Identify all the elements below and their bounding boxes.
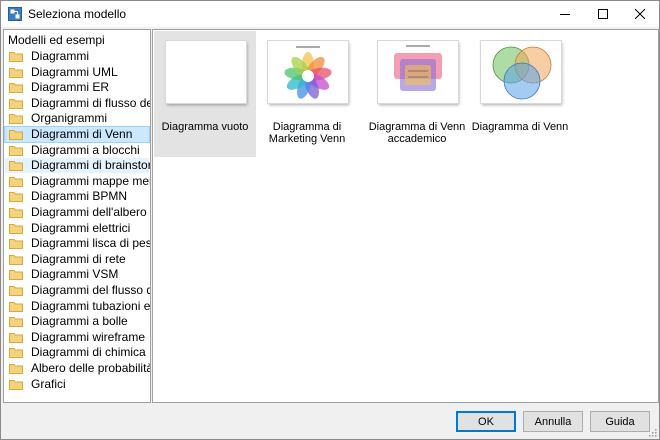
sidebar-item[interactable]: Diagrammi del flusso di ...	[5, 283, 150, 298]
sidebar-item[interactable]: Diagrammi di Venn	[4, 126, 150, 143]
maximize-button[interactable]	[584, 1, 622, 27]
sidebar-item-label: Diagrammi tubazioni e s...	[31, 298, 151, 313]
sidebar-item[interactable]: Diagrammi	[5, 49, 149, 64]
folder-icon	[9, 192, 23, 203]
sidebar-item-label: Diagrammi VSM	[31, 267, 119, 282]
sidebar-item-label: Organigrammi	[31, 111, 108, 126]
sidebar-item-label: Diagrammi di flusso dei ...	[31, 95, 150, 110]
sidebar-item[interactable]: Diagrammi tubazioni e s...	[5, 298, 151, 314]
template-caption: Diagramma vuoto	[161, 121, 249, 133]
sidebar-item[interactable]: Diagrammi VSM	[5, 267, 149, 282]
sidebar-item[interactable]: Organigrammi	[5, 111, 149, 126]
sidebar-item[interactable]: Diagrammi a bolle	[5, 314, 149, 329]
template-thumbnail-academic-venn	[378, 41, 458, 103]
folder-icon	[9, 317, 23, 328]
folder-icon	[9, 239, 23, 250]
sidebar-item[interactable]: Albero delle probabilità	[5, 361, 151, 376]
template-academic-venn[interactable]: Diagramma di Venn accademico	[366, 31, 468, 157]
sidebar-item-label: Diagrammi di rete	[31, 251, 126, 266]
sidebar-item-label: Diagrammi ER	[31, 80, 110, 95]
title-bar: Seleziona modello	[1, 1, 659, 27]
sidebar-item-label: Diagrammi di chimica	[31, 345, 146, 360]
folder-icon	[9, 208, 23, 218]
folder-icon	[9, 270, 23, 281]
sidebar-item-label: Diagrammi di Venn	[31, 127, 133, 141]
folder-icon	[9, 145, 23, 156]
sidebar-item-label: Diagrammi wireframe	[31, 329, 146, 344]
folder-icon	[9, 379, 23, 390]
template-dialog: Seleziona modello Modelli ed esempi Diag…	[0, 0, 660, 440]
folder-icon	[9, 348, 23, 359]
folder-icon	[9, 286, 23, 296]
template-caption: Diagramma di Venn accademico	[368, 121, 466, 145]
sidebar-item-label: Diagrammi mappe mentali	[31, 173, 150, 188]
tree-header: Modelli ed esempi	[8, 33, 105, 47]
sidebar-item-label: Diagrammi elettrici	[31, 220, 131, 235]
marketing-venn-image	[284, 46, 332, 99]
sidebar-item-label: Diagrammi del flusso di ...	[31, 283, 150, 297]
minimize-icon	[560, 14, 570, 15]
ok-button[interactable]: OK	[456, 411, 516, 432]
sidebar-item[interactable]: Grafici	[5, 377, 149, 392]
folder-icon	[9, 52, 23, 62]
close-button[interactable]	[621, 1, 659, 27]
sidebar-item-label: Diagrammi lisca di pesce	[31, 236, 150, 251]
sidebar-item-label: Albero delle probabilità	[31, 361, 151, 375]
sidebar-item-label: Diagrammi dell'albero g...	[31, 205, 150, 219]
template-thumbnail-marketing-venn	[268, 41, 348, 103]
maximize-icon	[598, 9, 608, 19]
template-caption: Diagramma di Marketing Venn	[268, 121, 346, 145]
close-icon	[635, 9, 645, 19]
sidebar-item[interactable]: Diagrammi UML	[5, 65, 149, 80]
template-blank[interactable]: Diagramma vuoto	[154, 31, 256, 157]
template-thumbnail-blank	[166, 41, 246, 103]
app-icon	[8, 7, 22, 21]
minimize-button[interactable]	[546, 1, 584, 27]
folder-icon	[9, 176, 23, 187]
folder-icon	[9, 130, 23, 140]
sidebar-item[interactable]: Diagrammi di flusso dei ...	[5, 95, 150, 111]
sidebar-item-label: Diagrammi BPMN	[31, 189, 128, 204]
folder-icon	[9, 254, 23, 265]
window-title: Seleziona modello	[28, 7, 127, 21]
help-button[interactable]: Guida	[590, 411, 650, 432]
sidebar-item[interactable]: Diagrammi lisca di pesce	[5, 236, 150, 251]
sidebar-item-label: Diagrammi a blocchi	[31, 142, 140, 157]
sidebar-item[interactable]: Diagrammi BPMN	[5, 189, 149, 204]
sidebar-item[interactable]: Diagrammi mappe mentali	[5, 173, 150, 189]
folder-icon	[9, 114, 23, 125]
folder-icon	[9, 223, 23, 234]
sidebar-item[interactable]: Diagrammi di chimica	[5, 345, 149, 360]
template-venn[interactable]: Diagramma di Venn	[469, 31, 571, 157]
category-tree[interactable]: Modelli ed esempi Diagrammi Diagrammi UML…	[3, 29, 151, 403]
resize-grip-icon[interactable]	[647, 427, 657, 437]
folder-icon	[9, 364, 23, 374]
sidebar-item-label: Grafici	[31, 376, 66, 391]
folder-icon	[9, 332, 23, 343]
sidebar-item[interactable]: Diagrammi elettrici	[5, 221, 149, 236]
sidebar-item-label: Diagrammi UML	[31, 64, 118, 79]
sidebar-item[interactable]: Diagrammi a blocchi	[5, 143, 149, 158]
folder-icon	[9, 67, 23, 78]
sidebar-item[interactable]: Diagrammi di rete	[5, 252, 149, 267]
venn-image	[492, 46, 552, 100]
folder-icon	[9, 98, 23, 109]
sidebar-item[interactable]: Diagrammi ER	[5, 80, 149, 95]
sidebar-item-label: Diagrammi a bolle	[31, 314, 128, 329]
sidebar-item[interactable]: Diagrammi wireframe	[5, 330, 149, 345]
template-gallery: Diagramma vuoto Diagramma di Marketing V…	[152, 29, 659, 403]
folder-icon	[9, 161, 23, 172]
folder-icon	[9, 301, 23, 312]
folder-icon	[9, 83, 23, 94]
sidebar-item-label: Diagrammi di brainstor...	[31, 158, 151, 173]
cancel-button[interactable]: Annulla	[523, 411, 583, 432]
template-thumbnail-venn	[481, 41, 561, 103]
academic-venn-image	[394, 45, 442, 91]
sidebar-item[interactable]: Diagrammi dell'albero g...	[5, 205, 150, 220]
sidebar-item-label: Diagrammi	[31, 49, 90, 63]
template-caption: Diagramma di Venn	[471, 121, 569, 133]
template-marketing-venn[interactable]: Diagramma di Marketing Venn	[256, 31, 358, 157]
sidebar-item[interactable]: Diagrammi di brainstor...	[5, 158, 151, 174]
